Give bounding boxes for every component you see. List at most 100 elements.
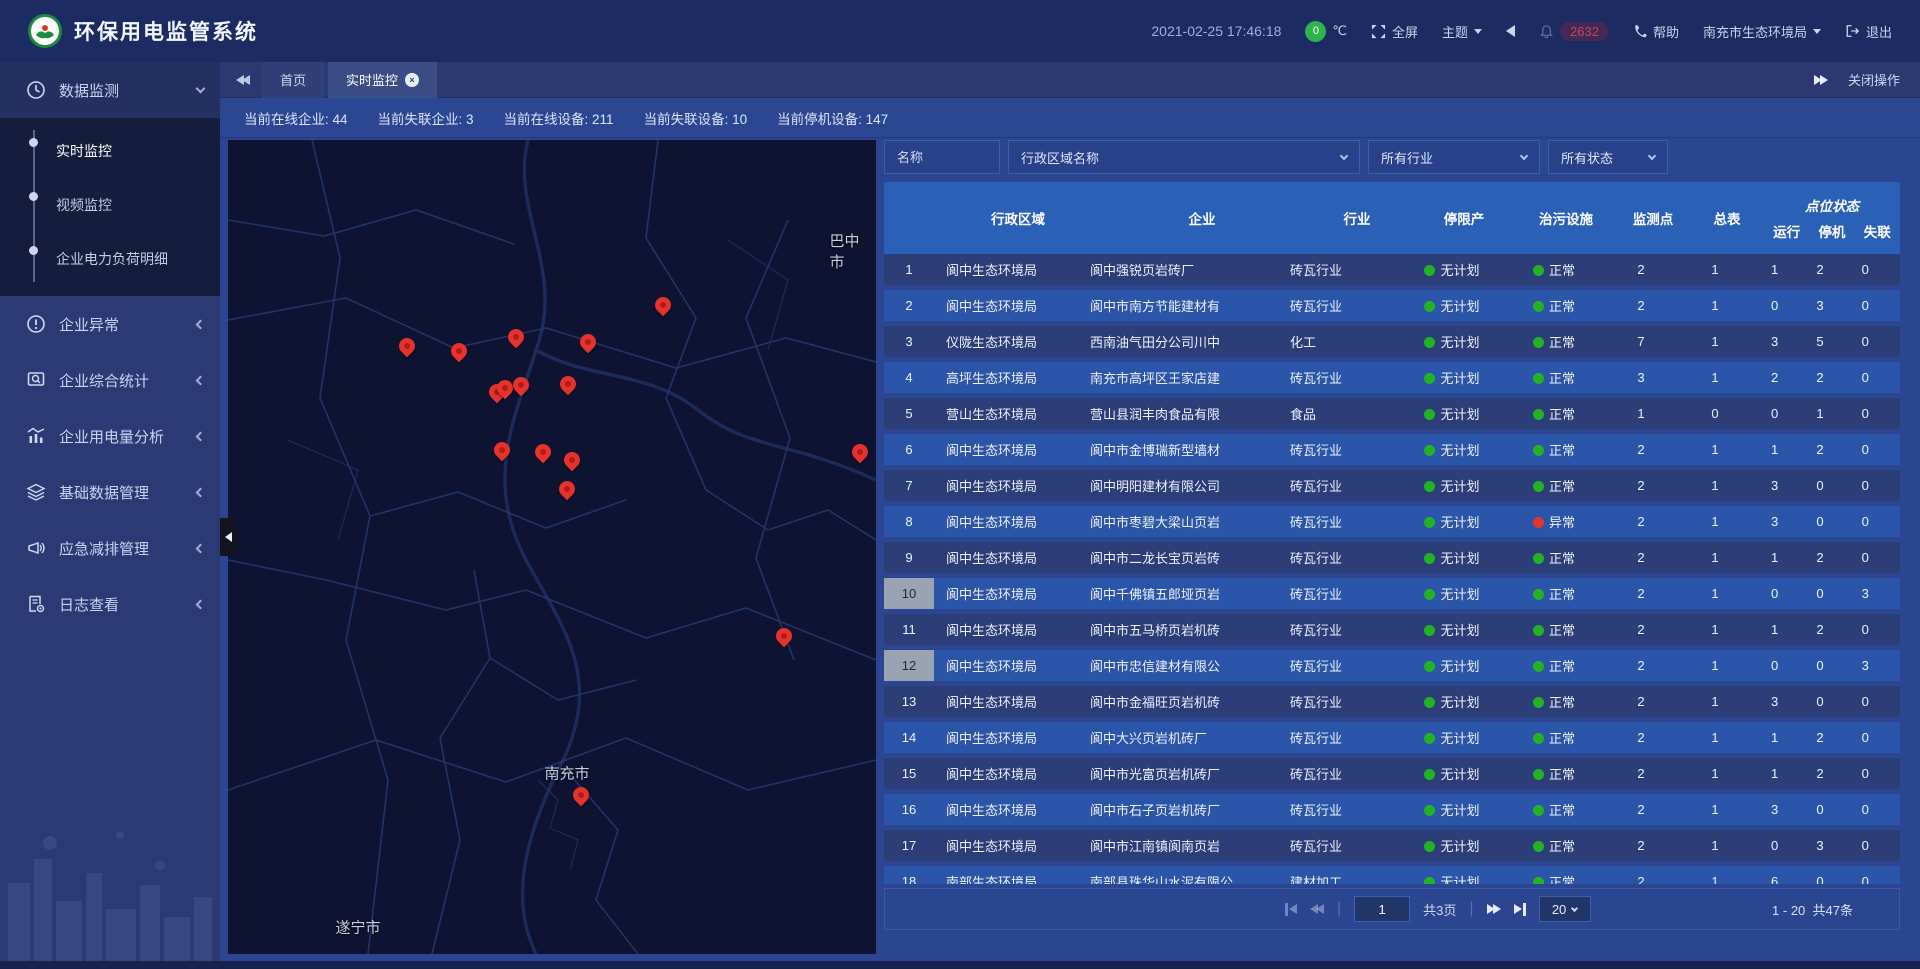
fullscreen-icon — [1371, 24, 1386, 39]
status-dot — [1533, 589, 1544, 600]
cell-stop: 0 — [1797, 586, 1842, 601]
table-row[interactable]: 12 阆中生态环境局 阆中市忠信建材有限公 砖瓦行业 无计划 正常 2 1 0 … — [884, 650, 1900, 681]
sidebar-collapse-handle[interactable] — [220, 518, 237, 556]
cell-industry: 砖瓦行业 — [1290, 764, 1400, 783]
last-page-button[interactable] — [1514, 903, 1526, 916]
cell-region: 阆中生态环境局 — [934, 296, 1090, 315]
map-canvas[interactable]: 巴中市南充市遂宁市 — [228, 140, 876, 954]
cell-meters: 0 — [1678, 406, 1752, 421]
cell-meters: 1 — [1678, 262, 1752, 277]
name-search-input[interactable] — [884, 140, 1000, 174]
table-row[interactable]: 8 阆中生态环境局 阆中市枣碧大梁山页岩 砖瓦行业 无计划 异常 2 1 3 0… — [884, 506, 1900, 537]
industry-select[interactable]: 所有行业 — [1368, 140, 1540, 174]
table-row[interactable]: 1 阆中生态环境局 阆中强锐页岩砖厂 砖瓦行业 无计划 正常 2 1 1 2 0 — [884, 254, 1900, 285]
sidebar-item-data-monitor[interactable]: 数据监测 — [0, 62, 220, 118]
sidebar-item-power-analysis[interactable]: 企业用电量分析 — [0, 408, 220, 464]
sidebar-item-company-abnormal[interactable]: 企业异常 — [0, 296, 220, 352]
cell-facility: 正常 — [1504, 260, 1604, 279]
cell-plan: 无计划 — [1400, 440, 1504, 459]
chevron-down-icon — [1520, 151, 1528, 159]
region-select-value: 行政区域名称 — [1021, 148, 1099, 167]
next-page-button[interactable] — [1487, 904, 1501, 914]
table-row[interactable]: 13 阆中生态环境局 阆中市金福旺页岩机砖 砖瓦行业 无计划 正常 2 1 3 … — [884, 686, 1900, 717]
table-row[interactable]: 18 南部生态环境局 南部县珠华山水泥有限公 建材加工 无计划 正常 2 1 6… — [884, 866, 1900, 884]
cell-industry: 化工 — [1290, 332, 1400, 351]
status-dot — [1424, 625, 1435, 636]
cell-meters: 1 — [1678, 514, 1752, 529]
fullscreen-button[interactable]: 全屏 — [1371, 22, 1418, 41]
cell-plan: 无计划 — [1400, 692, 1504, 711]
cell-facility: 正常 — [1504, 620, 1604, 639]
cell-run: 1 — [1752, 550, 1797, 565]
table-row[interactable]: 16 阆中生态环境局 阆中市石子页岩机砖厂 砖瓦行业 无计划 正常 2 1 3 … — [884, 794, 1900, 825]
close-operations-button[interactable]: 关闭操作 — [1848, 70, 1900, 89]
cell-company: 阆中市金博瑞新型墙材 — [1090, 440, 1290, 459]
cell-meters: 1 — [1678, 298, 1752, 313]
row-index: 2 — [884, 290, 934, 321]
bottom-border-strip — [0, 961, 1920, 969]
cell-facility: 正常 — [1504, 800, 1604, 819]
table-row[interactable]: 17 阆中生态环境局 阆中市江南镇阆南页岩 砖瓦行业 无计划 正常 2 1 0 … — [884, 830, 1900, 861]
marquee-toggle-button[interactable] — [1506, 25, 1515, 37]
notifications-button[interactable]: 2632 — [1539, 22, 1609, 41]
tab-close-icon[interactable]: × — [405, 73, 419, 87]
chevron-down-icon — [1813, 29, 1821, 34]
col-facility: 治污设施 — [1516, 208, 1616, 228]
cell-run: 3 — [1752, 802, 1797, 817]
status-dot — [1533, 805, 1544, 816]
table-row[interactable]: 9 阆中生态环境局 阆中市二龙长宝页岩砖 砖瓦行业 无计划 正常 2 1 1 2… — [884, 542, 1900, 573]
sidebar-item-label: 基础数据管理 — [59, 482, 197, 503]
table-row[interactable]: 5 营山生态环境局 营山县润丰肉食品有限 食品 无计划 正常 1 0 0 1 0 — [884, 398, 1900, 429]
region-select[interactable]: 行政区域名称 — [1008, 140, 1360, 174]
cell-lost: 0 — [1843, 262, 1888, 277]
submenu-label: 实时监控 — [56, 141, 112, 161]
status-dot — [1533, 373, 1544, 384]
sidebar-item-log-view[interactable]: 日志查看 — [0, 576, 220, 632]
table-row[interactable]: 4 高坪生态环境局 南充市高坪区王家店建 砖瓦行业 无计划 正常 3 1 2 2… — [884, 362, 1900, 393]
chevron-left-icon — [196, 375, 206, 385]
cell-industry: 砖瓦行业 — [1290, 368, 1400, 387]
cell-plan: 无计划 — [1400, 872, 1504, 884]
page-number-input[interactable] — [1354, 896, 1410, 922]
first-page-button[interactable] — [1285, 903, 1297, 916]
sidebar-item-video-monitor[interactable]: 视频监控 — [0, 178, 220, 232]
map-roads — [228, 140, 876, 954]
row-index: 13 — [884, 686, 934, 717]
sidebar-item-realtime-monitor[interactable]: 实时监控 — [0, 124, 220, 178]
status-dot — [1424, 265, 1435, 276]
cell-plan: 无计划 — [1400, 404, 1504, 423]
sidebar-item-power-load-detail[interactable]: 企业电力负荷明细 — [0, 232, 220, 286]
table-row[interactable]: 6 阆中生态环境局 阆中市金博瑞新型墙材 砖瓦行业 无计划 正常 2 1 1 2… — [884, 434, 1900, 465]
logout-button[interactable]: 退出 — [1845, 22, 1892, 41]
table-row[interactable]: 15 阆中生态环境局 阆中市光富页岩机砖厂 砖瓦行业 无计划 正常 2 1 1 … — [884, 758, 1900, 789]
table-row[interactable]: 14 阆中生态环境局 阆中大兴页岩机砖厂 砖瓦行业 无计划 正常 2 1 1 2… — [884, 722, 1900, 753]
sidebar-item-company-statistics[interactable]: 企业综合统计 — [0, 352, 220, 408]
tabs-scroll-left-button[interactable] — [236, 75, 250, 85]
tabs-scroll-right-button[interactable] — [1814, 75, 1828, 85]
cell-stop: 0 — [1797, 658, 1842, 673]
cell-lost: 3 — [1843, 658, 1888, 673]
tab-home[interactable]: 首页 — [262, 62, 324, 98]
status-select-value: 所有状态 — [1561, 148, 1613, 167]
table-row[interactable]: 3 仪陇生态环境局 西南油气田分公司川中 化工 无计划 正常 7 1 3 5 0 — [884, 326, 1900, 357]
cell-region: 阆中生态环境局 — [934, 728, 1090, 747]
help-button[interactable]: 帮助 — [1633, 22, 1679, 41]
chevron-down-icon — [196, 84, 206, 94]
col-plan: 停限产 — [1412, 208, 1516, 228]
status-select[interactable]: 所有状态 — [1548, 140, 1668, 174]
table-row[interactable]: 11 阆中生态环境局 阆中市五马桥页岩机砖 砖瓦行业 无计划 正常 2 1 1 … — [884, 614, 1900, 645]
status-dot — [1533, 625, 1544, 636]
table-row[interactable]: 2 阆中生态环境局 阆中市南方节能建材有 砖瓦行业 无计划 正常 2 1 0 3… — [884, 290, 1900, 321]
theme-dropdown[interactable]: 主题 — [1442, 22, 1482, 41]
prev-page-button[interactable] — [1310, 904, 1324, 914]
cell-plan: 无计划 — [1400, 728, 1504, 747]
chevron-down-icon — [1648, 151, 1656, 159]
table-row[interactable]: 7 阆中生态环境局 阆中明阳建材有限公司 砖瓦行业 无计划 正常 2 1 3 0… — [884, 470, 1900, 501]
sidebar-item-emergency-reduction[interactable]: 应急减排管理 — [0, 520, 220, 576]
sidebar-item-basic-data[interactable]: 基础数据管理 — [0, 464, 220, 520]
page-size-select[interactable]: 20 — [1539, 896, 1591, 922]
tab-realtime-monitor[interactable]: 实时监控 × — [328, 62, 437, 98]
datetime-display: 2021-02-25 17:46:18 — [1151, 23, 1281, 39]
table-row[interactable]: 10 阆中生态环境局 阆中千佛镇五郎垭页岩 砖瓦行业 无计划 正常 2 1 0 … — [884, 578, 1900, 609]
org-user-dropdown[interactable]: 南充市生态环境局 — [1703, 22, 1821, 41]
